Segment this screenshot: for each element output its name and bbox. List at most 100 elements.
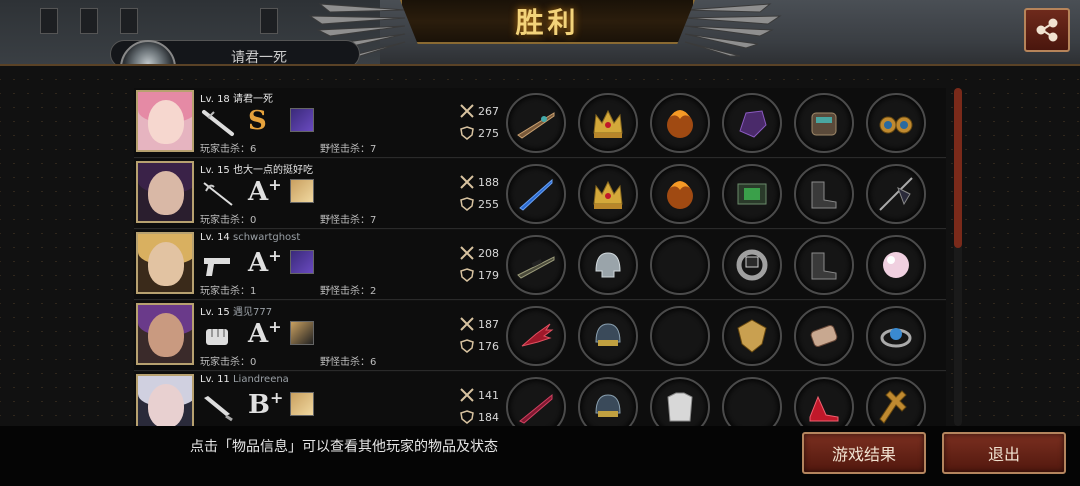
sniper-rifle-icon (517, 256, 555, 279)
building-window (260, 8, 278, 34)
game-results-button[interactable]: 游戏结果 (802, 432, 926, 474)
player-row[interactable]: Lv. 15 遇见777 A+ 玩家击杀：0 野怪击杀：6 187 176 (134, 301, 946, 371)
item-slot[interactable] (506, 93, 566, 153)
skill-beast-icon (290, 108, 314, 132)
rank-grade: S (248, 106, 267, 136)
item-slot[interactable] (650, 377, 710, 426)
item-slot[interactable] (578, 377, 638, 426)
red-crossbow-icon (519, 393, 553, 424)
item-slot[interactable] (506, 164, 566, 224)
item-slot-empty[interactable] (650, 235, 710, 295)
item-slot[interactable] (650, 164, 710, 224)
item-slot[interactable] (506, 306, 566, 366)
shield-icon (460, 126, 474, 140)
avatar-face (148, 100, 184, 144)
avatar[interactable] (136, 161, 194, 223)
player-level: Lv. 14 (200, 232, 230, 243)
item-slot-empty[interactable] (722, 377, 782, 426)
item-slot[interactable] (866, 377, 926, 426)
player-level: Lv. 18 (200, 94, 230, 105)
attack-value: 187 (478, 317, 499, 331)
item-slot[interactable] (722, 235, 782, 295)
wing-ornament-right-icon (684, 3, 782, 57)
monster-kills: 野怪击杀：7 (320, 215, 377, 226)
item-slot[interactable] (866, 93, 926, 153)
item-slot[interactable] (722, 306, 782, 366)
defense-stat: 179 (460, 268, 499, 282)
tactical-helmet-icon (595, 323, 621, 346)
item-slot[interactable] (794, 93, 854, 153)
item-slot[interactable] (650, 93, 710, 153)
attack-stat: 188 (460, 175, 499, 189)
item-slot[interactable] (578, 235, 638, 295)
scrollbar-thumb[interactable] (954, 88, 962, 248)
avatar[interactable] (136, 374, 194, 426)
flag-spear-icon (879, 177, 913, 211)
monster-kills: 野怪击杀：6 (320, 357, 377, 368)
attack-stat: 267 (460, 104, 499, 118)
defense-stat: 275 (460, 126, 499, 140)
pearl-icon (883, 252, 909, 278)
defense-value: 255 (478, 197, 499, 211)
hint-text: 点击「物品信息」可以查看其他玩家的物品及状态 (190, 439, 498, 455)
page-title: 胜利 (515, 6, 580, 39)
avatar-face (148, 313, 184, 357)
rapier-icon (203, 182, 233, 206)
item-slot[interactable] (722, 164, 782, 224)
item-slot[interactable] (866, 235, 926, 295)
monster-kills: 野怪击杀：7 (320, 144, 377, 155)
player-row[interactable]: Lv. 14 schwartghost A+ 玩家击杀：1 野怪击杀：2 208… (134, 230, 946, 300)
steel-helmet-icon (595, 252, 621, 278)
player-list[interactable]: Lv. 18 请君一死 S 玩家击杀：6 野怪击杀：7 267 275 Lv. … (134, 88, 946, 426)
player-level-name: Lv. 11 Liandreena (200, 374, 289, 385)
rank-grade: A+ (248, 175, 282, 207)
item-slot[interactable] (794, 377, 854, 426)
player-kills: 玩家击杀：0 (200, 215, 257, 226)
victory-banner: 胜利 (400, 0, 695, 44)
skill-dash-icon (290, 321, 314, 345)
item-slot[interactable] (722, 93, 782, 153)
red-heels-icon (809, 395, 839, 422)
player-level: Lv. 11 (200, 374, 230, 385)
item-slot[interactable] (866, 164, 926, 224)
avatar[interactable] (136, 90, 194, 152)
item-slot[interactable] (866, 306, 926, 366)
share-button[interactable] (1024, 8, 1070, 52)
exit-button[interactable]: 退出 (942, 432, 1066, 474)
defense-stat: 255 (460, 197, 499, 211)
item-slot-empty[interactable] (650, 306, 710, 366)
cross-icon (879, 390, 907, 424)
player-row[interactable]: Lv. 15 也大一点的挺好吃 A+ 玩家击杀：0 野怪击杀：7 188 255 (134, 159, 946, 229)
crossed-swords-icon (460, 317, 474, 331)
orb-bracelet-icon (880, 328, 912, 348)
crown-icon (593, 180, 623, 209)
monster-kills: 野怪击杀：2 (320, 286, 377, 297)
crossed-swords-icon (460, 175, 474, 189)
item-slot[interactable] (578, 306, 638, 366)
item-slot[interactable] (794, 235, 854, 295)
defense-value: 184 (478, 410, 499, 424)
flame-fist-icon (667, 181, 693, 209)
item-slot[interactable] (506, 377, 566, 426)
attack-value: 141 (478, 388, 499, 402)
crossed-swords-icon (460, 246, 474, 260)
player-kills: 玩家击杀：0 (200, 357, 257, 368)
player-kills: 玩家击杀：6 (200, 144, 257, 155)
combat-boots-icon (811, 181, 837, 209)
item-slot[interactable] (578, 93, 638, 153)
crown-icon (593, 109, 623, 138)
item-slot[interactable] (506, 235, 566, 295)
player-row[interactable]: Lv. 11 Liandreena B+ 141 184 (134, 372, 946, 426)
item-slot[interactable] (578, 164, 638, 224)
avatar[interactable] (136, 303, 194, 365)
defense-stat: 176 (460, 339, 499, 353)
rank-grade: B+ (248, 388, 284, 420)
item-slot[interactable] (794, 306, 854, 366)
item-slot[interactable] (794, 164, 854, 224)
rifle-icon (517, 112, 555, 139)
avatar[interactable] (136, 232, 194, 294)
player-row[interactable]: Lv. 18 请君一死 S 玩家击杀：6 野怪击杀：7 267 275 (134, 88, 946, 158)
avatar-face (148, 384, 184, 426)
crossed-swords-icon (460, 388, 474, 402)
player-kills: 玩家击杀：1 (200, 286, 257, 297)
